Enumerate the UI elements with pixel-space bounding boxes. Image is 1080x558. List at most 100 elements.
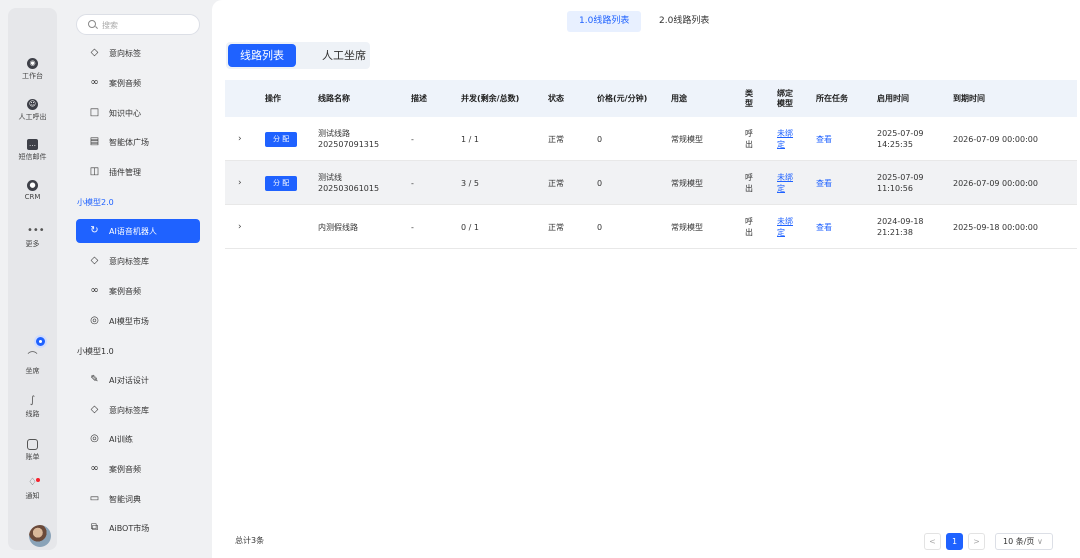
view-task-link[interactable]: 查看 [816,117,832,161]
col-type: 类型 [745,88,753,108]
menu-item-dictionary[interactable]: ▭ 智能词典 [76,487,200,511]
crm-icon: ● [27,180,38,191]
menu-item-aibot-market[interactable]: ⧉ AiBOT市场 [76,516,200,540]
route-icon: ∫ [29,395,36,406]
icon-rail: ◉ 工作台 ☺ 人工呼出 … 短信邮件 ● CRM ••• 更多 ⌒ 坐席 ∫ … [8,8,57,550]
menu-item-ai-market[interactable]: ◎ AI模型市场 [76,309,200,333]
expand-row-icon[interactable]: › [238,161,242,205]
menu-item-knowledge[interactable]: □ 知识中心 [76,101,200,125]
rail-item-message[interactable]: … 短信邮件 [8,139,57,162]
menu-item-label: AI语音机器人 [109,227,157,236]
route-concurrency: 3 / 5 [461,178,479,188]
tab-route-list[interactable]: 线路列表 [228,44,296,67]
bill-icon [27,439,38,450]
route-name: 内测假线路 [318,222,358,232]
table-row[interactable]: › 内测假线路 - 0 / 1 正常 0 常规模型 呼出 未绑定 查看 2024… [225,205,1077,249]
route-status: 正常 [548,178,564,188]
assign-button[interactable]: 分 配 [265,175,298,191]
col-end: 到期时间 [953,93,985,103]
menu-item-intent-tag-lib[interactable]: ◇ 意向标签库 [76,249,200,273]
search-input[interactable]: 搜索 [76,14,200,35]
menu-item-plugin[interactable]: ◫ 插件管理 [76,160,200,184]
next-page-button[interactable]: > [968,533,985,550]
rail-item-route[interactable]: ∫ 线路 [8,396,57,419]
route-usage: 常规模型 [671,222,703,232]
op-cell: 分 配 [265,161,298,205]
rail-item-workbench[interactable]: ◉ 工作台 [8,58,57,81]
route-price: 0 [597,178,603,188]
tab-v2-routes[interactable]: 2.0线路列表 [647,11,721,32]
col-status: 状态 [548,93,564,103]
training-icon: ◎ [90,433,99,444]
rail-label: CRM [24,193,41,201]
avatar[interactable] [29,525,51,547]
rail-item-manual-call[interactable]: ☺ 人工呼出 [8,99,57,122]
table-row[interactable]: › 分 配 测试线 202503061015 - 3 / 5 正常 0 常规模型… [225,161,1077,205]
route-type: 呼出 [745,173,753,193]
route-usage: 常规模型 [671,134,703,144]
audio-icon: ∞ [90,285,99,296]
page-1-button[interactable]: 1 [946,533,963,550]
col-start: 启用时间 [877,93,909,103]
menu-item-dialog-design[interactable]: ✎ AI对话设计 [76,368,200,392]
menu-item-ai-training[interactable]: ◎ AI训练 [76,427,200,451]
rail-label: 工作台 [22,72,43,80]
rail-item-more[interactable]: ••• 更多 [8,226,57,249]
bind-model-link[interactable]: 未绑定 [777,117,797,161]
route-usage: 常规模型 [671,178,703,188]
page-size-select[interactable]: 10 条/页 ∨ [995,533,1053,550]
menu-item-intent-tag[interactable]: ◇ 意向标签 [76,41,200,65]
bind-model-link[interactable]: 未绑定 [777,205,797,249]
menu-item-case-audio-v1[interactable]: ∞ 案例音频 [76,457,200,481]
tab-manual-seat[interactable]: 人工坐席 [310,44,378,67]
expand-row-icon[interactable]: › [238,117,242,161]
menu-item-label: 案例音频 [109,465,141,474]
view-task-link[interactable]: 查看 [816,161,832,205]
op-cell: 分 配 [265,117,298,161]
view-task-link[interactable]: 查看 [816,205,832,249]
robot-icon: ↻ [90,225,99,236]
menu-item-label: 智能体广场 [109,138,149,147]
menu-item-label: 意向标签库 [109,257,149,266]
plugin-icon: ◫ [89,166,100,177]
rail-status-dot[interactable] [34,335,47,348]
more-icon: ••• [27,225,45,236]
prev-page-button[interactable]: < [924,533,941,550]
expand-row-icon[interactable]: › [238,205,242,249]
col-desc: 描述 [411,93,427,103]
pen-icon: ✎ [90,374,99,385]
menu-item-case-audio[interactable]: ∞ 案例音频 [76,71,200,95]
table-header: 操作 线路名称 描述 并发(剩余/总数) 状态 价格(元/分钟) 用途 类型 绑… [225,80,1077,117]
section-title-v1: 小模型1.0 [77,347,114,356]
main-content: 1.0线路列表 2.0线路列表 线路列表 人工坐席 操作 线路名称 描述 并发(… [212,0,1080,558]
menu-item-agent-plaza[interactable]: ▤ 智能体广场 [76,130,200,154]
manual-call-icon: ☺ [27,99,38,110]
menu-item-case-audio-v2[interactable]: ∞ 案例音频 [76,279,200,303]
rail-item-bill[interactable]: 账单 [8,439,57,462]
route-type: 呼出 [745,217,753,237]
search-placeholder: 搜索 [102,21,118,30]
audio-icon: ∞ [90,463,99,474]
col-name: 线路名称 [318,93,350,103]
menu-item-intent-tag-lib-v1[interactable]: ◇ 意向标签库 [76,398,200,422]
table-row[interactable]: › 分 配 测试线路 202507091315 - 1 / 1 正常 0 常规模… [225,117,1077,161]
rail-item-notify[interactable]: ♢ 通知 [8,478,57,501]
assign-button[interactable]: 分 配 [265,131,298,147]
menu-item-ai-robot[interactable]: ↻ AI语音机器人 [76,219,200,243]
route-start-time: 2025-07-09 11:10:56 [877,173,924,193]
route-name: 测试线 202503061015 [318,173,380,193]
bind-model-link[interactable]: 未绑定 [777,161,797,205]
menu-item-label: 案例音频 [109,287,141,296]
col-op: 操作 [265,93,281,103]
col-concurrency: 并发(剩余/总数) [461,93,520,103]
rail-label: 人工呼出 [18,113,47,121]
rail-item-crm[interactable]: ● CRM [8,180,57,201]
col-model: 绑定模型 [777,88,793,108]
rail-item-seat[interactable]: ⌒ 坐席 [8,353,57,376]
menu-item-label: AI对话设计 [109,376,149,385]
route-status: 正常 [548,222,564,232]
menu-item-label: AI训练 [109,435,133,444]
tab-v1-routes[interactable]: 1.0线路列表 [567,11,642,32]
route-end-time: 2026-07-09 00:00:00 [953,134,1038,144]
tag-icon: ◇ [90,404,99,415]
